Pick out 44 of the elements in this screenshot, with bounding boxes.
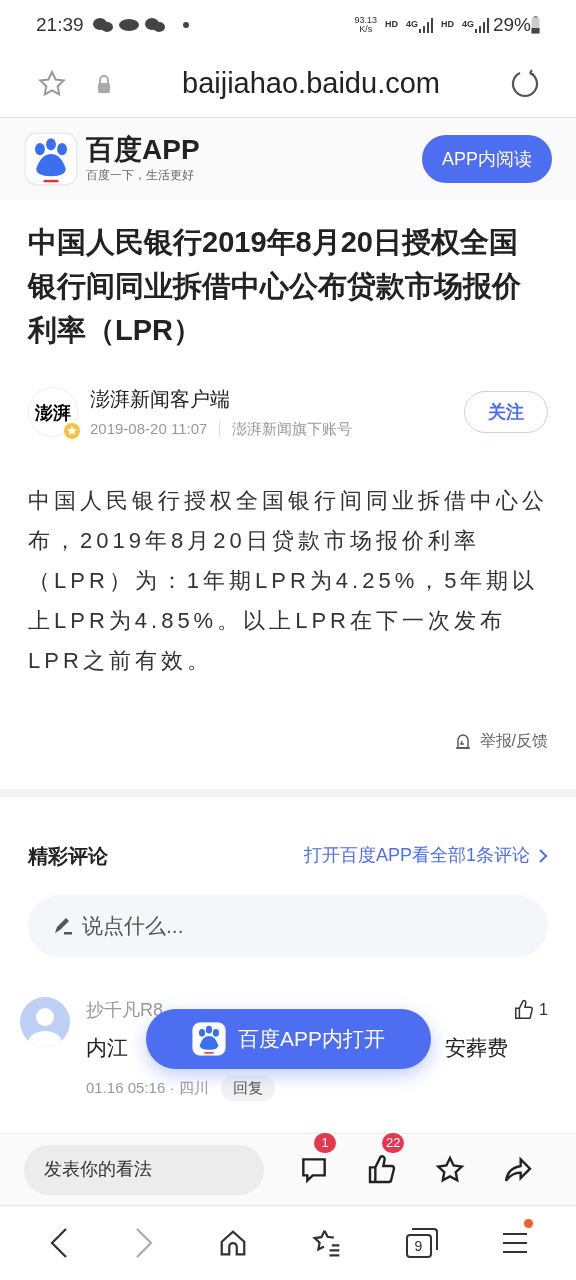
battery-percent: 29% [492, 12, 531, 37]
app-name: 百度APP [86, 134, 200, 166]
network-label: HD [384, 18, 398, 32]
signal-icon [474, 17, 489, 33]
network-label: HD [440, 18, 454, 32]
opinion-input[interactable]: 发表你的看法 [24, 1144, 264, 1195]
chat-icon [91, 16, 114, 34]
read-in-app-button[interactable]: APP内阅读 [421, 135, 552, 183]
author-avatar: 澎湃 [28, 387, 78, 438]
comment-count-badge: 1 [314, 1132, 336, 1153]
reply-button[interactable]: 回复 [220, 1075, 275, 1101]
report-icon[interactable] [453, 731, 472, 750]
all-comments-link[interactable]: 打开百度APP看全部1条评论 [303, 842, 548, 869]
comment-meta: 01.16 05:16 · 四川 [86, 1077, 209, 1098]
dot-icon [181, 21, 190, 29]
author-source: 澎湃新闻旗下账号 [232, 419, 353, 439]
comments-heading: 精彩评论 [28, 843, 108, 869]
article-title: 中国人民银行2019年8月20日授权全国银行间同业拆借中心公布贷款市场报价利率（LPR） [28, 225, 522, 348]
battery-icon [531, 16, 540, 34]
menu-icon[interactable] [500, 1231, 529, 1255]
report-link[interactable]: 举报/反馈 [479, 728, 548, 753]
publish-date: 2019-08-20 11:07 [90, 419, 208, 439]
status-time: 21:39 [36, 12, 84, 37]
network-label: 4G [461, 18, 474, 32]
app-slogan: 百度一下，生活更好 [86, 167, 195, 184]
like-count: 1 [539, 1000, 548, 1020]
comment-text: 安葬费 [445, 1034, 508, 1061]
signal-icon [418, 17, 433, 33]
comment-input[interactable]: 说点什么... [28, 894, 548, 957]
comment-text: 内江 [86, 1034, 128, 1061]
network-label: 4G [405, 18, 418, 32]
author-name[interactable]: 澎湃新闻客户端 [90, 384, 464, 414]
url-text[interactable]: baijiahao.baidu.com [112, 61, 510, 106]
chat-icon [143, 16, 166, 34]
baidu-logo-icon [24, 132, 78, 186]
lock-icon [96, 73, 112, 94]
thumbs-up-icon[interactable] [366, 1153, 398, 1186]
reload-icon[interactable] [510, 68, 540, 99]
chevron-right-icon [538, 847, 548, 864]
article-body: 中国人民银行授权全国银行间同业拆借中心公布，2019年8月20日贷款市场报价利率（LPR）为：1年期LPR为4.25%，5年期以上LPR为4.85%。以上LPR在下一次发布LPR之前有效。 [28, 486, 548, 675]
like-count-badge: 22 [382, 1132, 405, 1153]
network-speed: 93.13 K/s [354, 16, 377, 34]
baidu-paw-icon [192, 1021, 226, 1056]
thumbs-up-icon[interactable] [513, 999, 536, 1021]
